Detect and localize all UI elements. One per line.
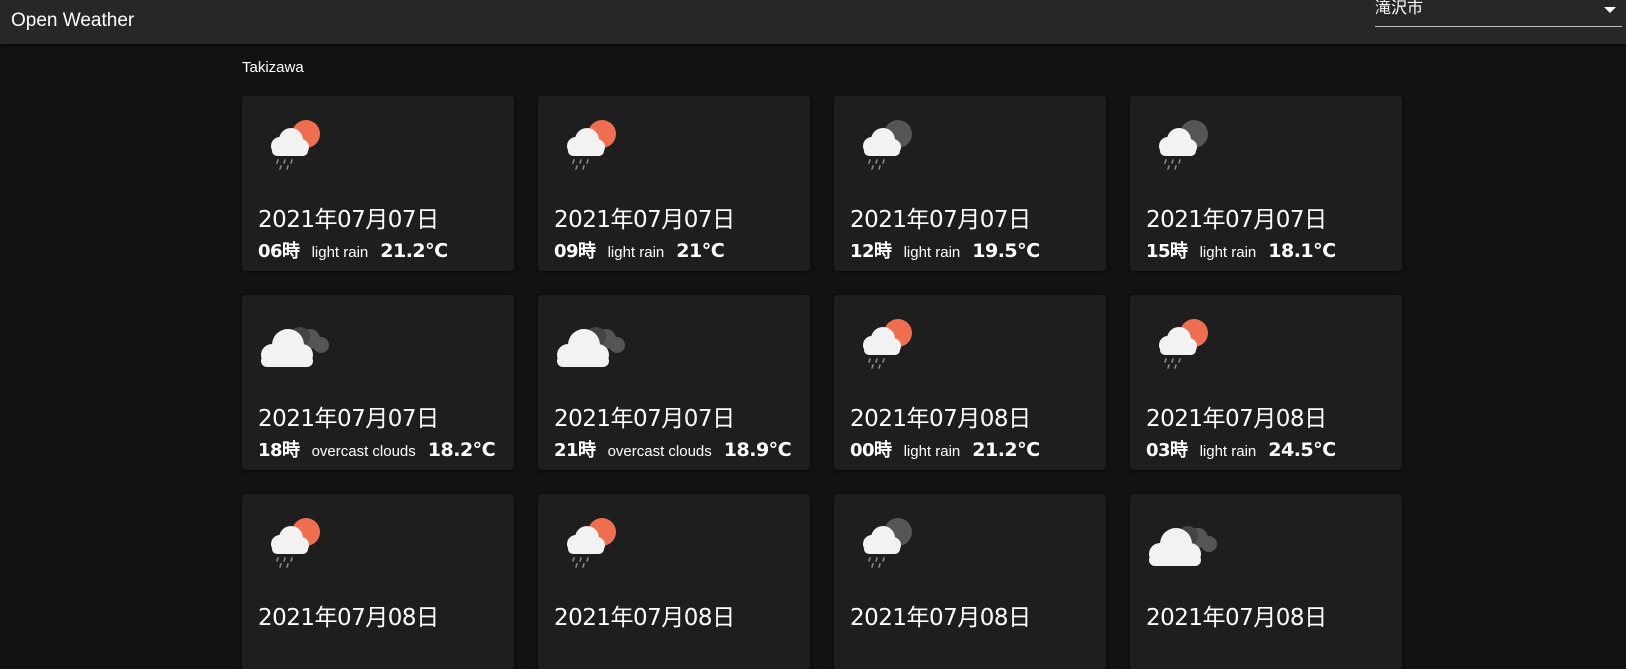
- forecast-details: 03時 light rain 24.5℃: [1146, 436, 1336, 462]
- forecast-date: 2021年07月08日: [258, 605, 439, 631]
- rain-sun-icon: [1146, 311, 1226, 371]
- forecast-card: 2021年07月08日: [834, 494, 1106, 669]
- forecast-details: 15時 light rain 18.1℃: [1146, 237, 1336, 263]
- forecast-date: 2021年07月08日: [850, 605, 1031, 631]
- forecast-date: 2021年07月07日: [850, 207, 1031, 233]
- forecast-hour: 00時: [850, 440, 892, 461]
- forecast-temperature: 24.5℃: [1268, 439, 1336, 461]
- forecast-description: light rain: [903, 443, 961, 460]
- chevron-down-icon[interactable]: [1604, 7, 1616, 13]
- forecast-date: 2021年07月08日: [1146, 605, 1327, 631]
- forecast-hour: 15時: [1146, 241, 1188, 262]
- forecast-card: 2021年07月07日 09時 light rain 21℃: [538, 96, 810, 271]
- forecast-temperature: 18.2℃: [427, 439, 496, 461]
- forecast-description: light rain: [903, 244, 961, 261]
- rain-sun-icon: [850, 311, 930, 371]
- overcast-clouds-icon: [258, 311, 338, 371]
- rain-sun-icon: [554, 112, 634, 172]
- city-select-value: 滝沢市: [1375, 0, 1424, 17]
- forecast-details: 12時 light rain 19.5℃: [850, 237, 1040, 263]
- forecast-date: 2021年07月07日: [554, 207, 735, 233]
- overcast-clouds-icon: [554, 311, 634, 371]
- forecast-hour: 21時: [554, 440, 596, 461]
- forecast-date: 2021年07月08日: [1146, 406, 1327, 432]
- forecast-card: 2021年07月08日 00時 light rain 21.2℃: [834, 295, 1106, 470]
- location-name: Takizawa: [242, 59, 304, 76]
- overcast-clouds-icon: [1146, 510, 1226, 570]
- forecast-temperature: 18.9℃: [723, 439, 792, 461]
- forecast-hour: 18時: [258, 440, 300, 461]
- forecast-card: 2021年07月07日 21時 overcast clouds 18.9℃: [538, 295, 810, 470]
- forecast-date: 2021年07月07日: [258, 207, 439, 233]
- forecast-card: 2021年07月07日 12時 light rain 19.5℃: [834, 96, 1106, 271]
- forecast-description: light rain: [1199, 443, 1257, 460]
- forecast-hour: 06時: [258, 241, 300, 262]
- forecast-details: 18時 overcast clouds 18.2℃: [258, 436, 496, 462]
- forecast-description: light rain: [1199, 244, 1257, 261]
- forecast-temperature: 21.2℃: [380, 240, 448, 262]
- forecast-grid: 2021年07月07日 06時 light rain 21.2℃ 2021年07月07…: [242, 96, 1405, 669]
- forecast-hour: 09時: [554, 241, 596, 262]
- forecast-temperature: 18.1℃: [1268, 240, 1336, 262]
- forecast-date: 2021年07月07日: [258, 406, 439, 432]
- rain-moon-icon: [850, 112, 930, 172]
- forecast-temperature: 21.2℃: [972, 439, 1040, 461]
- forecast-description: light rain: [311, 244, 369, 261]
- rain-moon-icon: [1146, 112, 1226, 172]
- app-title: Open Weather: [11, 10, 135, 31]
- forecast-details: 09時 light rain 21℃: [554, 237, 725, 263]
- city-select[interactable]: 滝沢市: [1375, 0, 1622, 27]
- forecast-details: 21時 overcast clouds 18.9℃: [554, 436, 792, 462]
- forecast-card: 2021年07月08日 03時 light rain 24.5℃: [1130, 295, 1402, 470]
- forecast-card: 2021年07月08日: [242, 494, 514, 669]
- forecast-temperature: 19.5℃: [972, 240, 1040, 262]
- forecast-date: 2021年07月08日: [554, 605, 735, 631]
- forecast-date: 2021年07月07日: [1146, 207, 1327, 233]
- rain-sun-icon: [258, 510, 338, 570]
- rain-sun-icon: [258, 112, 338, 172]
- forecast-card: 2021年07月07日 18時 overcast clouds 18.2℃: [242, 295, 514, 470]
- forecast-card: 2021年07月07日 06時 light rain 21.2℃: [242, 96, 514, 271]
- forecast-details: 00時 light rain 21.2℃: [850, 436, 1040, 462]
- forecast-description: overcast clouds: [607, 443, 712, 460]
- rain-sun-icon: [554, 510, 634, 570]
- forecast-hour: 12時: [850, 241, 892, 262]
- forecast-card: 2021年07月08日: [1130, 494, 1402, 669]
- forecast-description: overcast clouds: [311, 443, 416, 460]
- forecast-description: light rain: [607, 244, 665, 261]
- forecast-hour: 03時: [1146, 440, 1188, 461]
- forecast-card: 2021年07月07日 15時 light rain 18.1℃: [1130, 96, 1402, 271]
- forecast-card: 2021年07月08日: [538, 494, 810, 669]
- rain-moon-icon: [850, 510, 930, 570]
- forecast-date: 2021年07月08日: [850, 406, 1031, 432]
- forecast-temperature: 21℃: [676, 240, 725, 262]
- app-bar: Open Weather 滝沢市: [0, 0, 1626, 44]
- forecast-details: 06時 light rain 21.2℃: [258, 237, 448, 263]
- forecast-date: 2021年07月07日: [554, 406, 735, 432]
